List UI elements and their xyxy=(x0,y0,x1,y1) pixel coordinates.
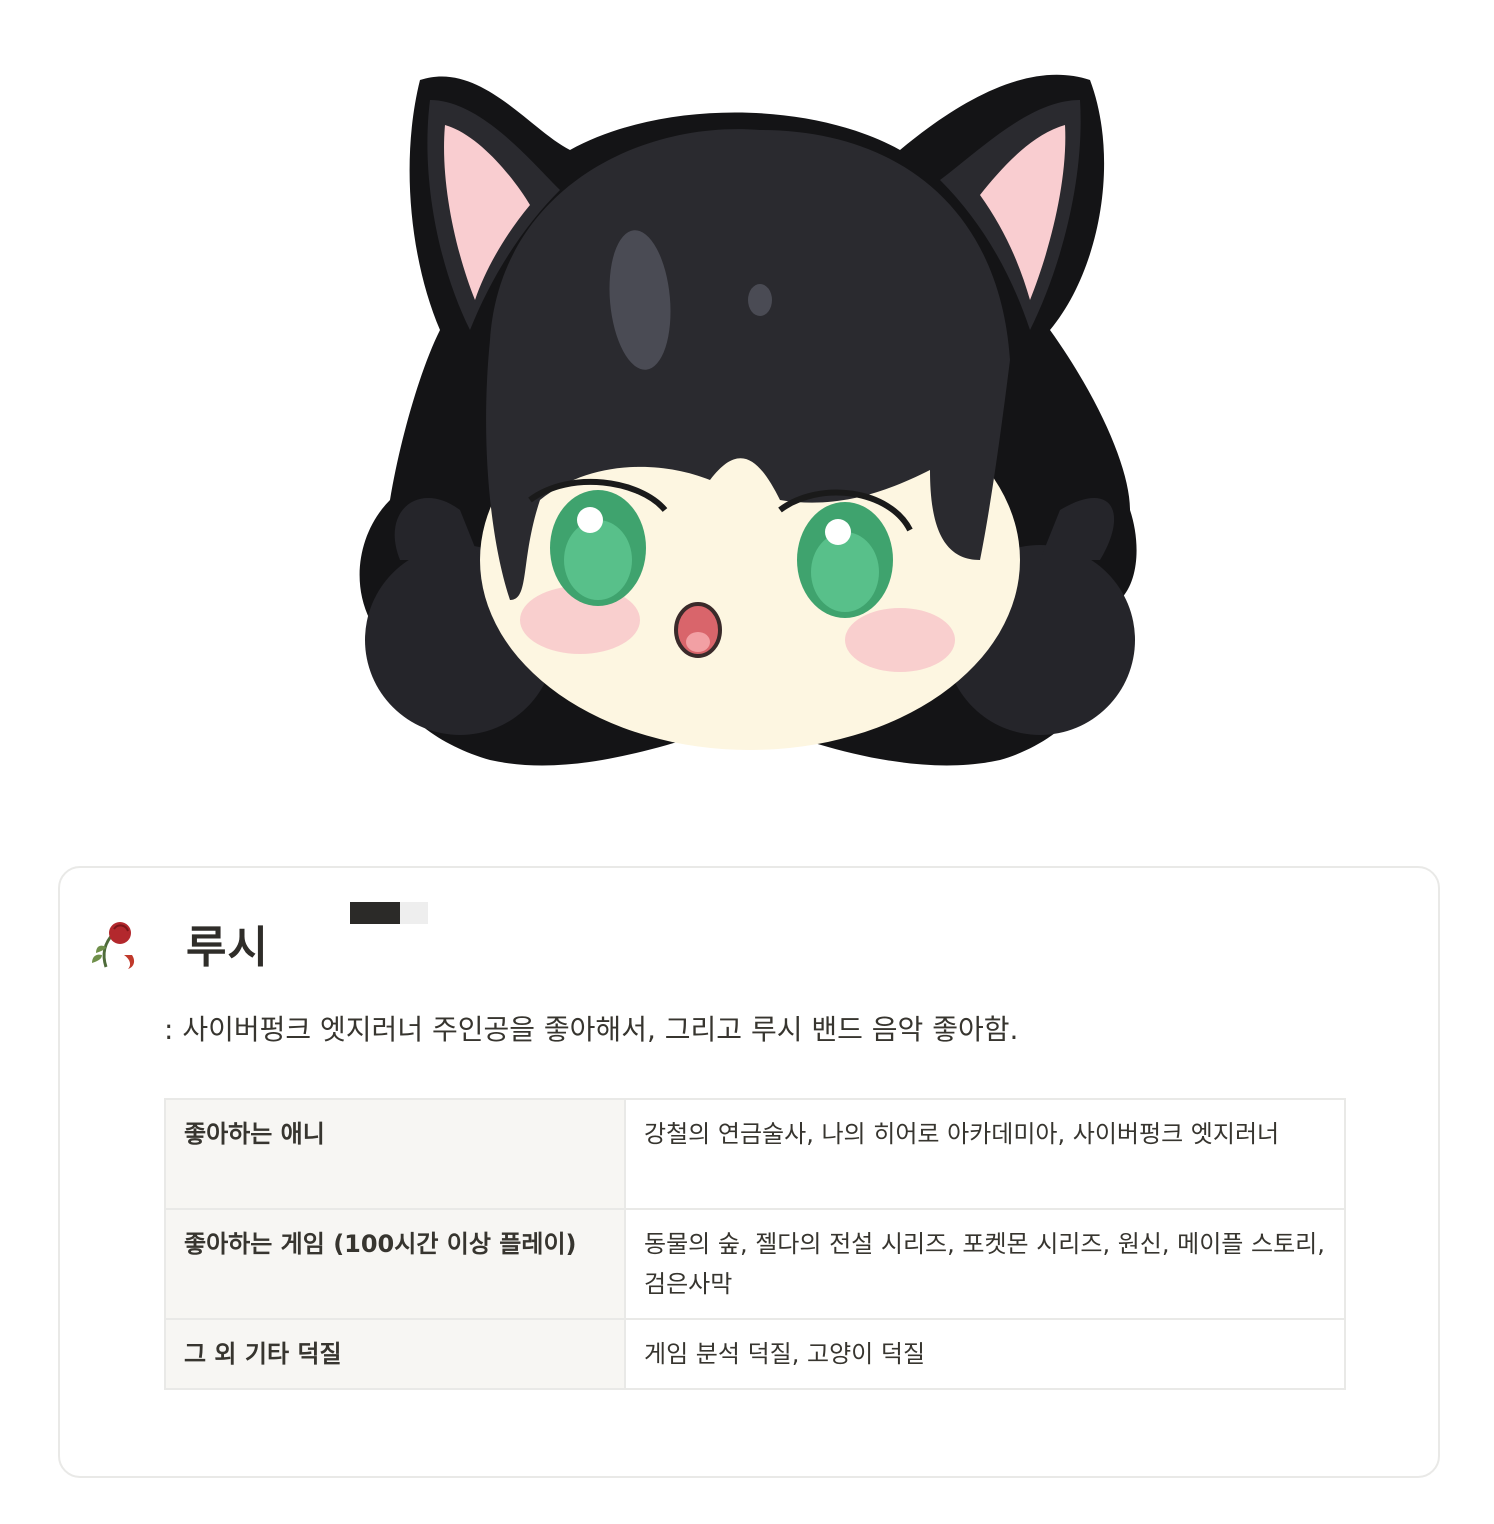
favorites-table: 좋아하는 애니 강철의 연금술사, 나의 히어로 아카데미아, 사이버펑크 엣지… xyxy=(164,1098,1346,1390)
table-value-cell: 강철의 연금술사, 나의 히어로 아카데미아, 사이버펑크 엣지러너 xyxy=(624,1098,1346,1210)
profile-heading: 루시 xyxy=(84,908,269,978)
profile-description: : 사이버펑크 엣지러너 주인공을 좋아해서, 그리고 루시 밴드 음악 좋아함… xyxy=(164,1013,1019,1046)
swatch-light xyxy=(400,902,428,924)
table-value-cell: 동물의 숲, 젤다의 전설 시리즈, 포켓몬 시리즈, 원신, 메이플 스토리,… xyxy=(624,1208,1346,1320)
color-swatch xyxy=(350,902,430,924)
table-row: 좋아하는 애니 강철의 연금술사, 나의 히어로 아카데미아, 사이버펑크 엣지… xyxy=(164,1098,1346,1210)
table-key-cell: 좋아하는 게임 (100시간 이상 플레이) xyxy=(164,1208,626,1320)
cat-girl-avatar-image xyxy=(359,74,1137,766)
table-row: 그 외 기타 덕질 게임 분석 덕질, 고양이 덕질 xyxy=(164,1318,1346,1390)
profile-avatar xyxy=(340,40,1160,780)
table-value-cell: 게임 분석 덕질, 고양이 덕질 xyxy=(624,1318,1346,1390)
swatch-dark xyxy=(350,902,400,924)
profile-card: 루시 : 사이버펑크 엣지러너 주인공을 좋아해서, 그리고 루시 밴드 음악 … xyxy=(58,866,1440,1478)
profile-name: 루시 xyxy=(186,922,269,973)
table-row: 좋아하는 게임 (100시간 이상 플레이) 동물의 숲, 젤다의 전설 시리즈… xyxy=(164,1208,1346,1320)
wilted-rose-icon xyxy=(92,922,135,969)
table-key-cell: 그 외 기타 덕질 xyxy=(164,1318,626,1390)
table-key-cell: 좋아하는 애니 xyxy=(164,1098,626,1210)
